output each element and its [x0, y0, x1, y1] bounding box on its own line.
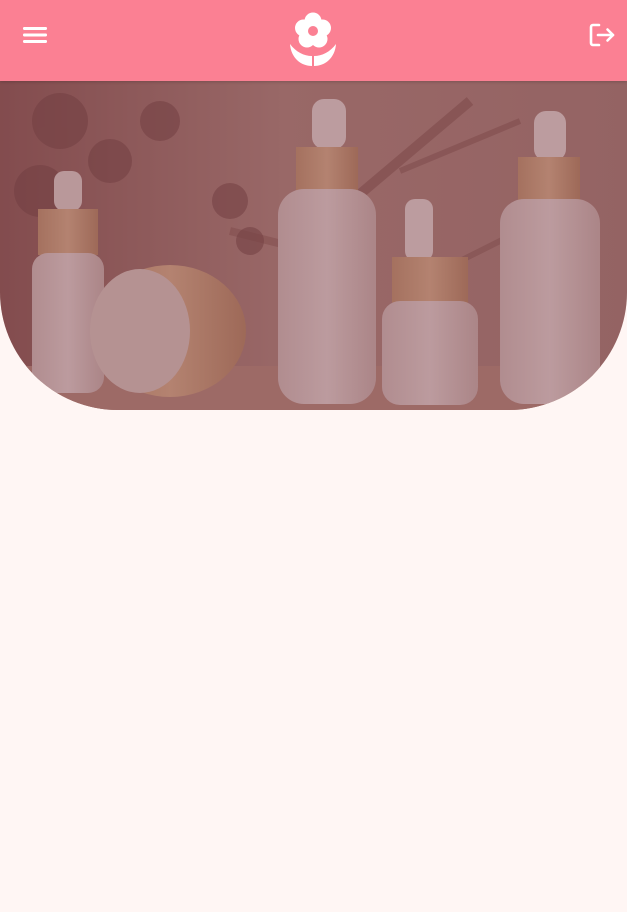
hero-banner — [0, 81, 627, 410]
menu-button[interactable] — [20, 21, 50, 49]
app-screen — [0, 0, 627, 912]
top-app-bar — [0, 0, 627, 81]
hamburger-menu-icon — [23, 27, 47, 43]
flower-hand-logo-icon — [290, 12, 336, 66]
logout-icon — [589, 23, 615, 47]
logout-button[interactable] — [586, 20, 618, 50]
main-content — [0, 410, 627, 912]
app-logo — [287, 10, 339, 68]
skincare-bottles-image — [0, 81, 627, 410]
